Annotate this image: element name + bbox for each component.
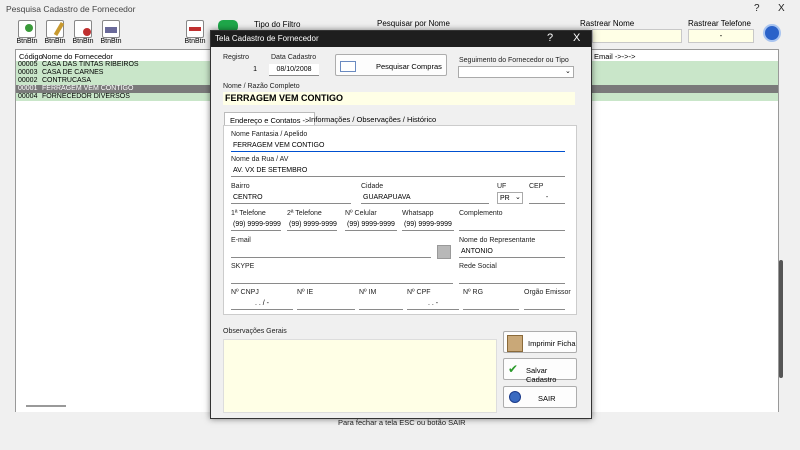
complemento-field[interactable]: [459, 219, 565, 231]
registro-field: 1: [223, 64, 259, 76]
razao-field[interactable]: FERRAGEM VEM CONTIGO: [223, 92, 575, 105]
dialog-title: Tela Cadastro de Fornecedor: [215, 34, 319, 43]
new-button[interactable]: BtnBtn: [16, 20, 38, 45]
complemento-label: Complemento: [459, 210, 503, 217]
exit-icon: [509, 391, 521, 403]
track-phone-input[interactable]: -: [688, 29, 754, 43]
obs-label: Observações Gerais: [223, 328, 287, 335]
tel1-label: 1ª Telefone: [231, 210, 266, 217]
cnpj-field[interactable]: . . / -: [231, 298, 293, 310]
dialog-help-button[interactable]: ?: [547, 32, 553, 44]
orgao-label: Orgão Emissor: [524, 289, 571, 296]
representante-label: Nome do Representante: [459, 237, 536, 244]
export-button[interactable]: BtnBtn: [184, 20, 206, 45]
track-name-input[interactable]: [592, 29, 682, 43]
help-button[interactable]: ?: [754, 3, 760, 14]
checkmark-icon: ✔: [508, 362, 519, 376]
fantasia-label: Nome Fantasia / Apelido: [231, 131, 308, 138]
im-field[interactable]: [359, 298, 403, 310]
printer-icon: [102, 20, 120, 38]
cpf-label: Nº CPF: [407, 289, 431, 296]
cep-label: CEP: [529, 183, 544, 190]
chevron-down-icon[interactable]: ⌄: [565, 67, 571, 75]
tel2-field[interactable]: (99) 9999-9999: [287, 219, 337, 231]
rede-social-field[interactable]: [459, 272, 565, 284]
cep-field[interactable]: -: [529, 192, 565, 204]
rg-field[interactable]: [463, 298, 519, 310]
bairro-label: Bairro: [231, 183, 250, 190]
rg-label: Nº RG: [463, 289, 484, 296]
pesquisar-compras-button[interactable]: Pesquisar Compras: [335, 54, 447, 76]
col-header-name[interactable]: Nome do Fornecedor: [42, 52, 113, 61]
vertical-scrollbar[interactable]: [779, 260, 783, 378]
rua-label: Nome da Rua / AV: [231, 156, 289, 163]
ie-label: Nº IE: [297, 289, 314, 296]
email-field[interactable]: [231, 246, 431, 258]
email-send-icon[interactable]: [437, 245, 451, 259]
supplier-dialog: Tela Cadastro de Fornecedor ? X Registro…: [210, 30, 592, 419]
data-cadastro-label: Data Cadastro: [271, 54, 317, 61]
celular-label: Nº Celular: [345, 210, 377, 217]
cidade-label: Cidade: [361, 183, 384, 190]
salvar-cadastro-button[interactable]: ✔ Salvar Cadastro: [503, 358, 577, 384]
imprimir-ficha-button[interactable]: Imprimir Ficha: [503, 331, 577, 353]
uf-label: UF: [497, 183, 507, 190]
tel1-field[interactable]: (99) 9999-9999: [231, 219, 281, 231]
window-title: Pesquisa Cadastro de Fornecedor: [6, 4, 136, 14]
col-header-email[interactable]: Email ->->->: [594, 52, 635, 61]
horizontal-scrollbar[interactable]: [26, 405, 66, 407]
search-globe-icon[interactable]: [763, 24, 781, 42]
dialog-close-button[interactable]: X: [573, 32, 580, 44]
edit-button[interactable]: BtnBtn: [44, 20, 66, 45]
email-label: E-mail: [231, 237, 251, 244]
search-name-label: Pesquisar por Nome: [377, 19, 450, 28]
whatsapp-label: Whatsapp: [402, 210, 434, 217]
track-name-label: Rastrear Nome: [580, 19, 635, 28]
main-title-bar: Pesquisa Cadastro de Fornecedor ? X: [0, 0, 800, 17]
rua-field[interactable]: AV. VX DE SETEMBRO: [231, 165, 565, 177]
segmento-label: Seguimento do Fornecedor ou Tipo: [459, 57, 569, 64]
segmento-select[interactable]: [458, 66, 574, 78]
cnpj-label: Nº CNPJ: [231, 289, 259, 296]
print-icon: [507, 335, 523, 352]
dialog-title-bar: Tela Cadastro de Fornecedor ? X: [211, 31, 591, 47]
edit-icon: [46, 20, 65, 38]
track-phone-label: Rastrear Telefone: [688, 19, 751, 28]
card-icon: [340, 61, 356, 72]
cpf-field[interactable]: . . -: [407, 298, 459, 310]
ie-field[interactable]: [297, 298, 355, 310]
sair-button[interactable]: SAIR: [503, 386, 577, 408]
fantasia-field[interactable]: FERRAGEM VEM CONTIGO: [231, 140, 565, 152]
rede-social-label: Rede Social: [459, 263, 497, 270]
orgao-field[interactable]: [524, 298, 565, 310]
registro-label: Registro: [223, 54, 250, 61]
bairro-field[interactable]: CENTRO: [231, 192, 351, 204]
im-label: Nº IM: [359, 289, 377, 296]
obs-textarea[interactable]: [223, 339, 497, 413]
tel2-label: 2ª Telefone: [287, 210, 322, 217]
window-close-button[interactable]: X: [778, 3, 785, 14]
col-header-code[interactable]: Código: [19, 52, 43, 61]
razao-label: Nome / Razão Completo: [223, 83, 300, 90]
delete-icon: [74, 20, 92, 38]
tab-informacoes[interactable]: Informações / Observações / Histórico: [309, 115, 436, 124]
skype-label: SKYPE: [231, 263, 255, 270]
delete-button[interactable]: BtnBtn: [72, 20, 94, 45]
chevron-down-icon[interactable]: ⌄: [515, 193, 521, 201]
print-button[interactable]: BtnBtn: [100, 20, 122, 45]
status-text: Para fechar a tela ESC ou botão SAIR: [338, 418, 466, 427]
export-icon: [186, 20, 204, 38]
data-cadastro-field[interactable]: 08/10/2008: [269, 64, 319, 76]
celular-field[interactable]: (99) 9999-9999: [345, 219, 397, 231]
representante-field[interactable]: ANTONIO: [459, 246, 565, 258]
skype-field[interactable]: [231, 272, 453, 284]
whatsapp-field[interactable]: (99) 9999-9999: [402, 219, 454, 231]
new-icon: [18, 20, 36, 38]
filter-type-label: Tipo do Filtro: [254, 20, 301, 29]
cidade-field[interactable]: GUARAPUAVA: [361, 192, 489, 204]
